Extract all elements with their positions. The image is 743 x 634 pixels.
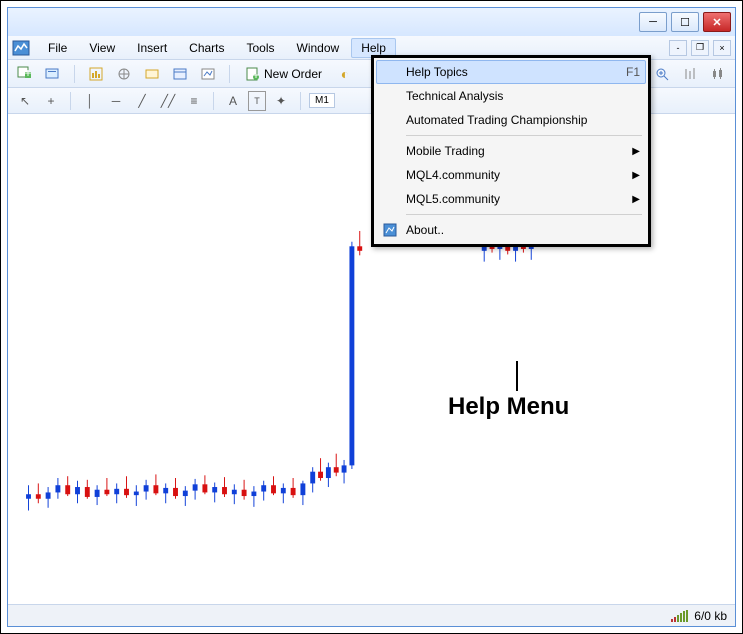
menu-item-label: Automated Trading Championship <box>406 113 587 127</box>
toolbar-separator <box>213 92 214 110</box>
menu-item-label: MQL5.community <box>406 192 500 206</box>
arrows-icon[interactable]: ✦ <box>270 91 292 111</box>
trendline-icon[interactable]: ╱ <box>131 91 153 111</box>
connection-status-text: 6/0 kb <box>694 609 727 623</box>
menu-item-label: Help Topics <box>406 65 468 79</box>
menu-tools[interactable]: Tools <box>237 38 285 58</box>
annotation-label: Help Menu <box>448 393 569 421</box>
menu-technical-analysis[interactable]: Technical Analysis <box>376 84 646 108</box>
text-label-icon[interactable]: T <box>248 91 266 111</box>
toolbar-separator <box>70 92 71 110</box>
menu-item-shortcut: F1 <box>626 65 640 79</box>
minimize-button[interactable]: ─ <box>639 12 667 32</box>
terminal-icon[interactable] <box>169 63 191 85</box>
new-order-label: New Order <box>264 67 322 81</box>
vertical-line-icon[interactable]: │ <box>79 91 101 111</box>
menu-item-label: MQL4.community <box>406 168 500 182</box>
data-window-icon[interactable] <box>141 63 163 85</box>
profiles-icon[interactable] <box>42 63 64 85</box>
submenu-arrow-icon: ▶ <box>632 146 640 157</box>
submenu-arrow-icon: ▶ <box>632 194 640 205</box>
menu-item-label: Technical Analysis <box>406 89 503 103</box>
menu-file[interactable]: File <box>38 38 77 58</box>
app-logo-icon <box>12 40 30 56</box>
submenu-arrow-icon: ▶ <box>632 170 640 181</box>
new-order-button[interactable]: + New Order <box>240 65 328 83</box>
bar-chart-icon[interactable] <box>679 63 701 85</box>
about-icon <box>382 222 398 238</box>
menu-insert[interactable]: Insert <box>127 38 177 58</box>
menu-separator <box>406 135 642 136</box>
svg-text:+: + <box>252 68 259 81</box>
annotation-line <box>516 361 518 391</box>
menu-window[interactable]: Window <box>287 38 350 58</box>
cursor-icon[interactable]: ↖ <box>14 91 36 111</box>
fibonacci-icon[interactable]: ≡ <box>183 91 205 111</box>
toolbar-separator <box>229 65 230 83</box>
menu-automated-trading-championship[interactable]: Automated Trading Championship <box>376 108 646 132</box>
menu-mql5-community[interactable]: MQL5.community ▶ <box>376 187 646 211</box>
menu-separator <box>406 214 642 215</box>
mdi-restore-button[interactable]: ❐ <box>691 40 709 56</box>
menu-charts[interactable]: Charts <box>179 38 234 58</box>
toolbar-separator <box>300 92 301 110</box>
connection-bars-icon <box>671 610 688 622</box>
maximize-button[interactable]: ☐ <box>671 12 699 32</box>
navigator-icon[interactable] <box>113 63 135 85</box>
menu-about[interactable]: About.. <box>376 218 646 242</box>
close-button[interactable]: ✕ <box>703 12 731 32</box>
horizontal-line-icon[interactable]: ─ <box>105 91 127 111</box>
toolbar-separator <box>74 65 75 83</box>
titlebar: ─ ☐ ✕ <box>8 8 735 36</box>
market-watch-icon[interactable] <box>85 63 107 85</box>
new-chart-icon[interactable]: + <box>14 63 36 85</box>
zoom-in-icon[interactable] <box>651 63 673 85</box>
statusbar: 6/0 kb <box>8 604 735 626</box>
svg-text:+: + <box>24 66 31 80</box>
candle-chart-icon[interactable] <box>707 63 729 85</box>
timeframe-m1-button[interactable]: M1 <box>309 93 335 108</box>
strategy-tester-icon[interactable] <box>197 63 219 85</box>
menu-item-label: Mobile Trading <box>406 144 485 158</box>
menu-mobile-trading[interactable]: Mobile Trading ▶ <box>376 139 646 163</box>
channel-icon[interactable]: ╱╱ <box>157 91 179 111</box>
new-order-icon: + <box>246 67 260 81</box>
help-dropdown-menu: Help Topics F1 Technical Analysis Automa… <box>371 55 651 247</box>
text-icon[interactable]: A <box>222 91 244 111</box>
mdi-close-button[interactable]: × <box>713 40 731 56</box>
menu-help-topics[interactable]: Help Topics F1 <box>376 60 646 84</box>
mdi-minimize-button[interactable]: - <box>669 40 687 56</box>
menu-item-label: About.. <box>406 223 444 237</box>
menu-view[interactable]: View <box>79 38 125 58</box>
expert-advisors-icon[interactable]: ◐ <box>334 63 356 85</box>
menu-mql4-community[interactable]: MQL4.community ▶ <box>376 163 646 187</box>
crosshair-icon[interactable]: + <box>40 91 62 111</box>
